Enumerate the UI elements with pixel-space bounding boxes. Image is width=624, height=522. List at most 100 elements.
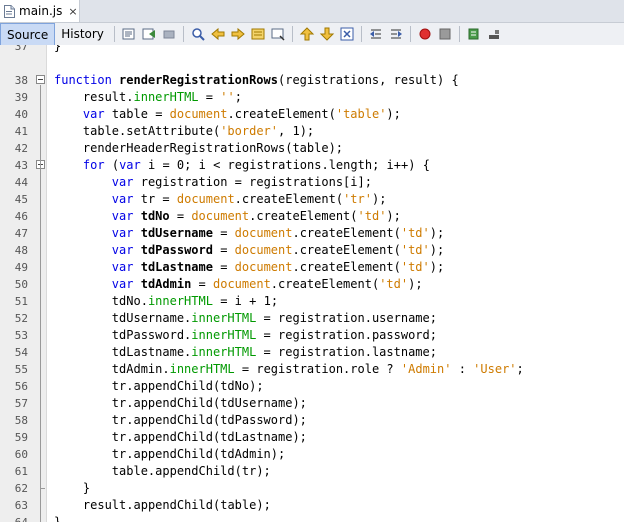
code-line[interactable]: 42 renderHeaderRegistrationRows(table);: [15, 140, 624, 157]
javascript-file-icon: [4, 4, 15, 18]
code-text: renderHeaderRegistrationRows(table);: [82, 141, 344, 155]
shift-left-icon[interactable]: [367, 25, 385, 43]
code-text: tdLastname.innerHTML = registration.last…: [111, 345, 437, 359]
code-text: tr.appendChild(tdUsername);: [111, 396, 307, 410]
line-number: 63: [14, 499, 28, 512]
toolbar-separator: [360, 26, 362, 42]
code-text: tdAdmin.innerHTML = registration.role ? …: [111, 362, 524, 376]
code-line[interactable]: 39 result.innerHTML = '';: [15, 89, 624, 106]
code-line[interactable]: 52 tdUsername.innerHTML = registration.u…: [15, 310, 624, 327]
code-line[interactable]: 59 tr.appendChild(tdLastname);: [15, 429, 624, 446]
code-line[interactable]: 45 var tr = document.createElement('tr')…: [15, 191, 624, 208]
code-editor[interactable]: 37} 38 function renderRegistrationRows(reg…: [0, 45, 624, 522]
code-line[interactable]: 58 tr.appendChild(tdPassword);: [15, 412, 624, 429]
history-icon[interactable]: [485, 25, 503, 43]
find-previous-icon[interactable]: [209, 25, 227, 43]
code-text: tr.appendChild(tdLastname);: [111, 430, 307, 444]
start-macro-icon[interactable]: [416, 25, 434, 43]
code-line[interactable]: 60 tr.appendChild(tdAdmin);: [15, 446, 624, 463]
line-number: 44: [14, 176, 28, 189]
toggle-highlight-icon[interactable]: [249, 25, 267, 43]
editor-tab-strip: main.js ×: [0, 0, 624, 23]
code-text: table.appendChild(tr);: [111, 464, 271, 478]
line-number: 57: [14, 397, 28, 410]
code-line[interactable]: 53 tdPassword.innerHTML = registration.p…: [15, 327, 624, 344]
code-line[interactable]: 51 tdNo.innerHTML = i + 1;: [15, 293, 624, 310]
find-icon[interactable]: [189, 25, 207, 43]
line-number: 37: [14, 45, 28, 53]
code-text: tdPassword.innerHTML = registration.pass…: [111, 328, 437, 342]
code-line[interactable]: 40 var table = document.createElement('t…: [15, 106, 624, 123]
toolbar-separator: [182, 26, 184, 42]
file-tab-main-js[interactable]: main.js ×: [0, 0, 80, 22]
code-text: tdUsername.innerHTML = registration.user…: [111, 311, 437, 325]
next-bookmark-icon[interactable]: [318, 25, 336, 43]
shift-right-icon[interactable]: [387, 25, 405, 43]
code-text: }: [54, 45, 62, 53]
line-number: 49: [14, 261, 28, 274]
code-text: tr.appendChild(tdNo);: [111, 379, 264, 393]
code-area[interactable]: 37} 38 function renderRegistrationRows(reg…: [15, 45, 624, 522]
code-line[interactable]: 55 tdAdmin.innerHTML = registration.role…: [15, 361, 624, 378]
stop-macro-icon[interactable]: [436, 25, 454, 43]
code-line[interactable]: 50 var tdAdmin = document.createElement(…: [15, 276, 624, 293]
code-text: for (var i = 0; i < registrations.length…: [82, 158, 430, 172]
code-line[interactable]: 54 tdLastname.innerHTML = registration.l…: [15, 344, 624, 361]
previous-bookmark-icon[interactable]: [298, 25, 316, 43]
last-edit-icon[interactable]: [120, 25, 138, 43]
code-line[interactable]: 37}: [15, 45, 624, 55]
code-line[interactable]: 63 result.appendChild(table);: [15, 497, 624, 514]
line-number: 51: [14, 295, 28, 308]
back-icon[interactable]: [140, 25, 158, 43]
editor-toolbar: Source History: [0, 23, 624, 46]
line-number: 40: [14, 108, 28, 121]
find-next-icon[interactable]: [229, 25, 247, 43]
toggle-comment-icon[interactable]: [338, 25, 356, 43]
code-line[interactable]: 64}: [15, 514, 624, 522]
line-number: 43: [14, 159, 28, 172]
fold-collapse-icon[interactable]: [36, 75, 45, 84]
code-line[interactable]: 56 tr.appendChild(tdNo);: [15, 378, 624, 395]
code-line[interactable]: 48 var tdPassword = document.createEleme…: [15, 242, 624, 259]
line-number: 46: [14, 210, 28, 223]
code-text: var tdLastname = document.createElement(…: [111, 260, 445, 274]
code-line[interactable]: 62 }: [15, 480, 624, 497]
code-line[interactable]: 38 function renderRegistrationRows(regist…: [15, 72, 624, 89]
code-text: result.appendChild(table);: [82, 498, 271, 512]
line-number: 61: [14, 465, 28, 478]
line-number: 52: [14, 312, 28, 325]
line-number: 41: [14, 125, 28, 138]
line-number: 53: [14, 329, 28, 342]
line-number: 38: [14, 74, 28, 87]
code-text: var tdAdmin = document.createElement('td…: [111, 277, 423, 291]
close-tab-icon[interactable]: ×: [68, 5, 77, 18]
toggle-bookmark-icon[interactable]: [269, 25, 287, 43]
code-text: var registration = registrations[i];: [111, 175, 372, 189]
code-line[interactable]: 57 tr.appendChild(tdUsername);: [15, 395, 624, 412]
line-number: 54: [14, 346, 28, 359]
forward-icon[interactable]: [160, 25, 178, 43]
code-text: var tr = document.createElement('tr');: [111, 192, 387, 206]
code-line[interactable]: 49 var tdLastname = document.createEleme…: [15, 259, 624, 276]
code-line[interactable]: 47 var tdUsername = document.createEleme…: [15, 225, 624, 242]
line-number: 60: [14, 448, 28, 461]
line-number: 47: [14, 227, 28, 240]
code-text: }: [54, 515, 62, 522]
code-line[interactable]: 61 table.appendChild(tr);: [15, 463, 624, 480]
code-text: var tdUsername = document.createElement(…: [111, 226, 445, 240]
tab-history[interactable]: History: [55, 23, 110, 45]
fold-end-marker: [40, 488, 45, 489]
code-line[interactable]: 44 var registration = registrations[i];: [15, 174, 624, 191]
tab-source[interactable]: Source: [0, 23, 56, 45]
code-text: table.setAttribute('border', 1);: [82, 124, 315, 138]
run-icon[interactable]: [465, 25, 483, 43]
code-text: tr.appendChild(tdPassword);: [111, 413, 307, 427]
code-line[interactable]: 46 var tdNo = document.createElement('td…: [15, 208, 624, 225]
code-line[interactable]: 43 for (var i = 0; i < registrations.len…: [15, 157, 624, 174]
file-tab-label: main.js: [19, 4, 63, 18]
toolbar-separator: [409, 26, 411, 42]
line-number: 64: [0, 514, 28, 522]
code-line[interactable]: 41 table.setAttribute('border', 1);: [15, 123, 624, 140]
code-line[interactable]: [48, 55, 624, 72]
code-text: }: [82, 481, 91, 495]
